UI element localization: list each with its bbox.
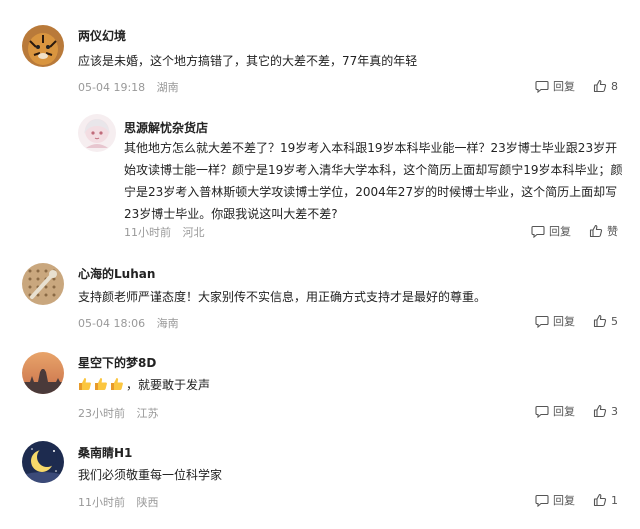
anime-girl-avatar[interactable] xyxy=(78,114,116,152)
comment-location: 湖南 xyxy=(156,81,179,94)
thumbs-up-icon xyxy=(593,404,607,418)
comment-time: 05-04 18:06 xyxy=(78,317,146,330)
reply-icon xyxy=(535,405,549,418)
like-count: 3 xyxy=(611,404,618,418)
reply-label: 回复 xyxy=(553,315,575,328)
reply-icon xyxy=(535,315,549,328)
commenter-name[interactable]: 桑南睛H1 xyxy=(78,444,132,461)
comment-actions: 回复 3 xyxy=(535,403,618,419)
comment-meta: 11小时前 陕西 xyxy=(78,494,159,510)
tiger-avatar[interactable] xyxy=(22,25,64,67)
comment-location: 河北 xyxy=(182,226,205,239)
comment-text: 支持颜老师严谨态度！大家别传不实信息，用正确方式支持才是最好的尊重。 xyxy=(78,290,487,304)
like-button[interactable]: 3 xyxy=(593,404,618,418)
comment-actions: 回复 赞 xyxy=(531,223,618,239)
thumbs-up-icon xyxy=(593,79,607,93)
moon-avatar[interactable] xyxy=(22,441,64,483)
thumbs-up-icon xyxy=(593,314,607,328)
like-button[interactable]: 1 xyxy=(593,493,618,507)
reply-icon xyxy=(531,225,545,238)
reply-button[interactable]: 回复 xyxy=(535,78,575,94)
commenter-name[interactable]: 思源解忧杂货店 xyxy=(124,119,208,136)
comment-text: 应该是未婚，这个地方搞错了，其它的大差不差，77年真的年轻 xyxy=(78,54,418,68)
comment-meta: 23小时前 江苏 xyxy=(78,405,159,421)
reply-button[interactable]: 回复 xyxy=(535,492,575,508)
comment-meta: 11小时前 河北 xyxy=(124,224,205,240)
reply-button[interactable]: 回复 xyxy=(531,223,571,239)
comment-text-line-1: 其他地方怎么就大差不差了？19岁考入本科跟19岁本科毕业能一样？23岁博士毕业跟… xyxy=(124,141,618,155)
commenter-name[interactable]: 心海的Luhan xyxy=(78,265,155,282)
comment-actions: 回复 8 xyxy=(535,78,618,94)
comment-time: 11小时前 xyxy=(124,226,171,239)
comment-meta: 05-04 19:18 湖南 xyxy=(78,79,179,95)
reply-icon xyxy=(535,494,549,507)
reply-label: 回复 xyxy=(549,225,571,238)
like-count: 1 xyxy=(611,493,618,507)
comment-actions: 回复 1 xyxy=(535,492,618,508)
reply-icon xyxy=(535,80,549,93)
commenter-name[interactable]: 星空下的梦8D xyxy=(78,354,156,371)
comment-time: 05-04 19:18 xyxy=(78,81,146,94)
comment-text: ，就要敢于发声 xyxy=(78,374,210,396)
thumbs-up-emoji xyxy=(111,378,123,390)
like-label: 赞 xyxy=(607,225,618,238)
thumbs-up-emoji xyxy=(79,378,91,390)
like-button[interactable]: 8 xyxy=(593,79,618,93)
reply-label: 回复 xyxy=(553,405,575,418)
comment-location: 海南 xyxy=(156,317,179,330)
thumbs-up-emoji xyxy=(95,378,107,390)
like-count: 5 xyxy=(611,314,618,328)
commenter-name[interactable]: 两仪幻境 xyxy=(78,27,126,44)
comment-location: 江苏 xyxy=(136,407,159,420)
comment-text: 我们必须敬重每一位科学家 xyxy=(78,468,223,482)
reply-button[interactable]: 回复 xyxy=(535,313,575,329)
comment-meta: 05-04 18:06 海南 xyxy=(78,315,179,331)
pegboard-avatar[interactable] xyxy=(22,263,64,305)
comment-time: 23小时前 xyxy=(78,407,125,420)
like-button[interactable]: 赞 xyxy=(589,223,618,239)
comment-text-line-3: 宁是23岁考入普林斯顿大学攻读博士学位，2004年27岁的时候博士毕业，这个简历… xyxy=(124,185,618,199)
reply-button[interactable]: 回复 xyxy=(535,403,575,419)
comment-text-body: ，就要敢于发声 xyxy=(126,378,211,392)
thumbs-up-icon xyxy=(593,493,607,507)
sunset-avatar[interactable] xyxy=(22,352,64,394)
comment-time: 11小时前 xyxy=(78,496,125,509)
comment-text-line-2: 始攻读博士能一样？颜宁是19岁考入清华大学本科，这个简历上面却写颜宁19岁本科毕… xyxy=(124,163,623,177)
reply-label: 回复 xyxy=(553,494,575,507)
comment-location: 陕西 xyxy=(136,496,159,509)
reply-label: 回复 xyxy=(553,80,575,93)
like-count: 8 xyxy=(611,79,618,93)
comment-actions: 回复 5 xyxy=(535,313,618,329)
thumbs-up-icon xyxy=(589,224,603,238)
like-button[interactable]: 5 xyxy=(593,314,618,328)
comment-text-line-4: 23岁博士毕业。你跟我说这叫大差不差? xyxy=(124,207,338,221)
